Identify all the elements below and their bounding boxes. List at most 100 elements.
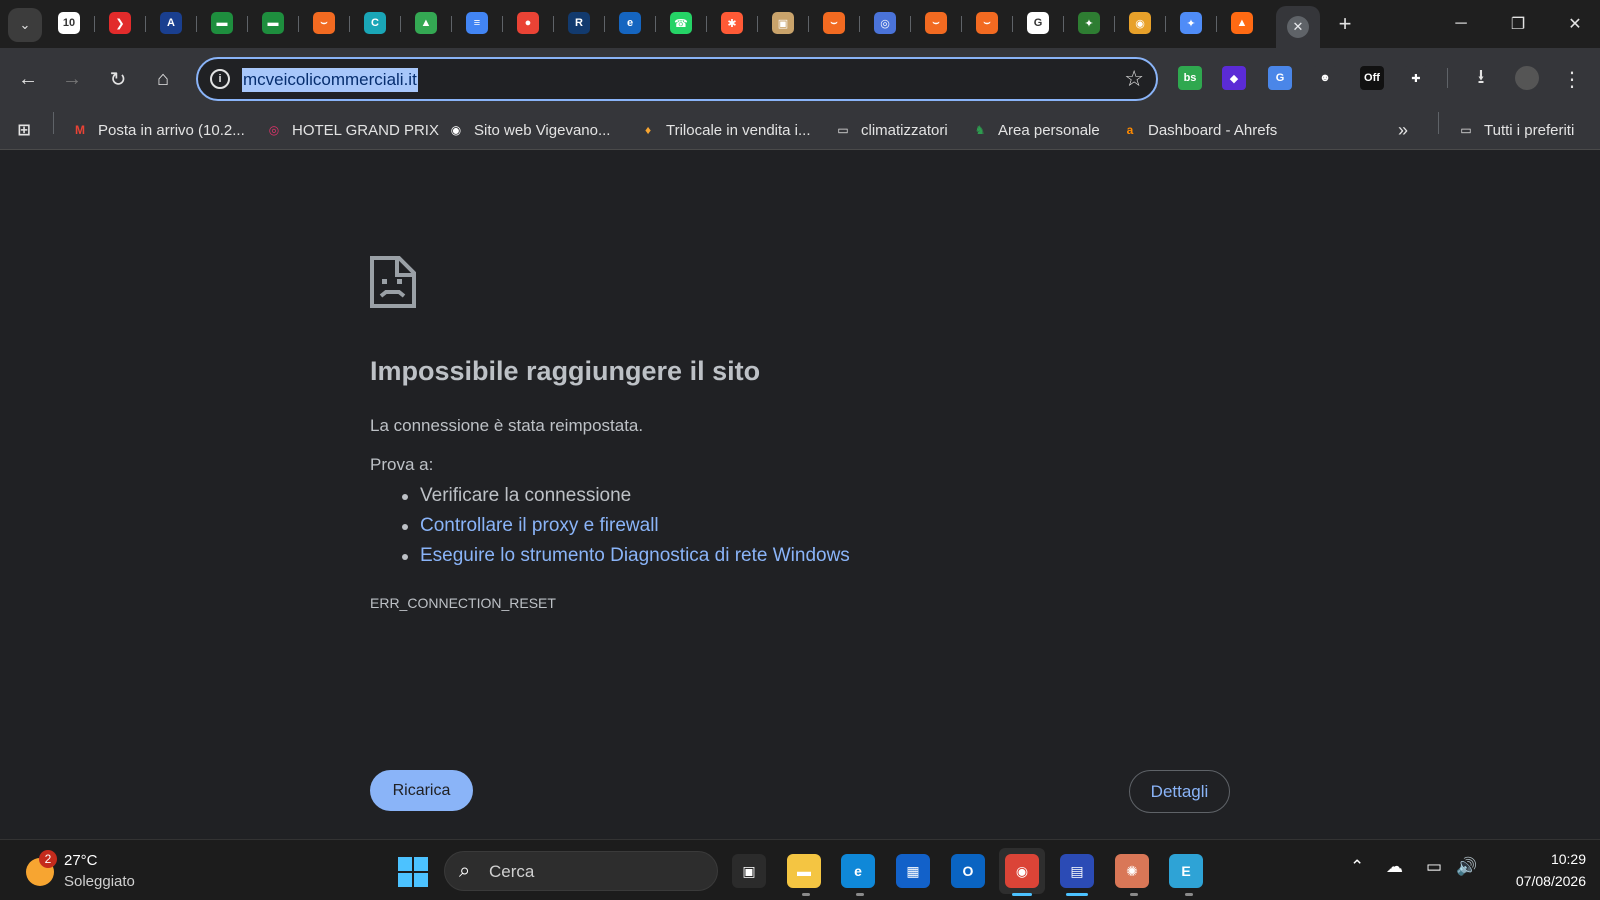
mask-extension-icon[interactable]: ☻ [1313,66,1337,90]
onedrive-icon[interactable]: ☁ [1386,857,1403,877]
autohome-tab-icon[interactable]: A [160,12,182,34]
error-message: La connessione è stata reimpostata. [370,416,644,435]
bookmark-climatizzatori-icon: ▭ [837,123,849,137]
purple-extension-icon[interactable]: ◆ [1222,66,1246,90]
network-icon[interactable]: ▭ [1426,857,1442,877]
bookmark-label: Dashboard - Ahrefs [1148,121,1278,139]
e-app-icon[interactable]: E [1169,854,1203,888]
file-explorer-icon[interactable]: ▬ [787,854,821,888]
back-button[interactable]: ← [11,62,45,96]
tab-divider [1114,16,1115,32]
bookmark-vigevano[interactable]: ◉ Sito web Vigevano... [446,117,611,143]
suggestion-link[interactable]: Eseguire lo strumento Diagnostica di ret… [420,545,850,566]
blue-e-tab-icon[interactable]: e [619,12,641,34]
bookmark-star-icon[interactable]: ☆ [1124,66,1144,92]
all-bookmarks-folder[interactable]: ▭ Tutti i preferiti [1456,117,1574,143]
photo-tab-icon[interactable]: ▣ [772,12,794,34]
menu-icon[interactable]: ⋮ [1555,62,1589,96]
bs-extension-icon[interactable]: bs [1178,66,1202,90]
bookmark-gmail[interactable]: M Posta in arrivo (10.2... [70,117,245,143]
profile-avatar[interactable] [1515,66,1539,90]
ring-tab-icon[interactable]: ◎ [874,12,896,34]
taskbar-search[interactable]: ⌕ Cerca [444,851,718,891]
store-icon[interactable]: ▦ [896,854,930,888]
all-bookmarks-label: Tutti i preferiti [1484,121,1575,139]
sad-page-icon [370,256,416,308]
active-tab[interactable]: ✕ [1276,6,1320,48]
clock-time[interactable]: 10:29 [1526,851,1586,867]
tray-chevron-icon[interactable]: ⌃ [1350,857,1364,877]
volume-icon[interactable]: 🔊 [1456,857,1477,877]
forward-button[interactable]: → [55,62,89,96]
puzzle-extension-icon[interactable]: ✚ [1404,66,1428,90]
r-logo-tab-icon[interactable]: R [568,12,590,34]
suggestion-link[interactable]: Controllare il proxy e firewall [420,515,659,536]
minimize-button[interactable]: ─ [1441,8,1481,40]
apps-grid-icon[interactable]: ⊞ [14,117,34,143]
edge-icon[interactable]: e [841,854,875,888]
bookmark-vigevano-icon: ◉ [450,123,462,137]
home-button[interactable]: ⌂ [146,62,180,96]
bookmark-hotel[interactable]: ◎ HOTEL GRAND PRIX [264,117,439,143]
details-button[interactable]: Dettagli [1129,770,1230,813]
chrome-tab-icon[interactable]: ◉ [1129,12,1151,34]
sheets-tab-icon-2[interactable]: ▬ [262,12,284,34]
tab-divider [145,16,146,32]
bookmark-area-personale[interactable]: ♞ Area personale [970,117,1100,143]
address-bar[interactable]: i mcveicolicommerciali.it ☆ [196,57,1158,101]
weather-description[interactable]: Soleggiato [64,873,135,890]
bookmark-ahrefs[interactable]: a Dashboard - Ahrefs [1120,117,1278,143]
gemini-tab-icon[interactable]: ✦ [1180,12,1202,34]
calendar-tab-icon[interactable]: 10 [58,12,80,34]
tab-search-button[interactable]: ⌄ [8,8,42,42]
reload-page-button[interactable]: Ricarica [370,770,473,811]
off-extension-icon[interactable]: Off [1360,66,1384,90]
orange-tab-icon-3[interactable]: ⌣ [925,12,947,34]
clock-date[interactable]: 07/08/2026 [1496,873,1586,889]
tab-divider [247,16,248,32]
tab-divider [1216,16,1217,32]
red-logo-tab-icon[interactable]: ❯ [109,12,131,34]
bookmark-label: Trilocale in vendita i... [666,121,811,139]
bookmark-trilocale[interactable]: ♦ Trilocale in vendita i... [638,117,811,143]
bookmark-climatizzatori[interactable]: ▭ climatizzatori [833,117,947,143]
restore-button[interactable]: ❐ [1498,8,1538,40]
sheets-tab-icon[interactable]: ▬ [211,12,233,34]
orange-tab-icon[interactable]: ⌣ [313,12,335,34]
suggestion-item[interactable]: Controllare il proxy e firewall [402,511,850,541]
weather-temperature[interactable]: 27°C [64,852,98,869]
new-tab-button[interactable]: + [1331,10,1359,38]
outlook-icon[interactable]: O [951,854,985,888]
save-app-icon[interactable]: ▤ [1060,854,1094,888]
ahrefs-tab-icon[interactable]: ▲ [1231,12,1253,34]
tab-divider [451,16,452,32]
orange-tab-icon-4[interactable]: ⌣ [976,12,998,34]
whatsapp-tab-icon[interactable]: ☎ [670,12,692,34]
asterisk-tab-icon[interactable]: ✱ [721,12,743,34]
docs-tab-icon[interactable]: ≡ [466,12,488,34]
running-indicator [1012,893,1032,896]
maps-tab-icon[interactable]: ● [517,12,539,34]
teal-c-tab-icon[interactable]: C [364,12,386,34]
download-icon[interactable]: ⭳ [1464,62,1498,96]
google-tab-icon[interactable]: G [1027,12,1049,34]
url-text[interactable]: mcveicolicommerciali.it [242,68,418,92]
folder-icon: ▭ [1460,123,1472,137]
window-close-button[interactable]: ✕ [1555,8,1595,40]
reload-button[interactable]: ↻ [101,62,135,96]
site-info-icon[interactable]: i [210,69,230,89]
task-view-icon[interactable]: ▣ [732,854,766,888]
chrome-icon[interactable]: ◉ [1005,854,1039,888]
green-star-tab-icon[interactable]: ✦ [1078,12,1100,34]
tab-divider [1165,16,1166,32]
suggestion-item[interactable]: Eseguire lo strumento Diagnostica di ret… [402,541,850,571]
claude-icon[interactable]: ✺ [1115,854,1149,888]
error-title: Impossibile raggiungere il sito [370,356,761,386]
bookmarks-overflow-icon[interactable]: » [1398,117,1408,143]
orange-tab-icon-2[interactable]: ⌣ [823,12,845,34]
translate-extension-icon[interactable]: G [1268,66,1292,90]
drive-tab-icon[interactable]: ▲ [415,12,437,34]
start-button[interactable] [398,857,428,887]
running-indicator [802,893,810,896]
close-tab-icon[interactable]: ✕ [1287,16,1309,38]
